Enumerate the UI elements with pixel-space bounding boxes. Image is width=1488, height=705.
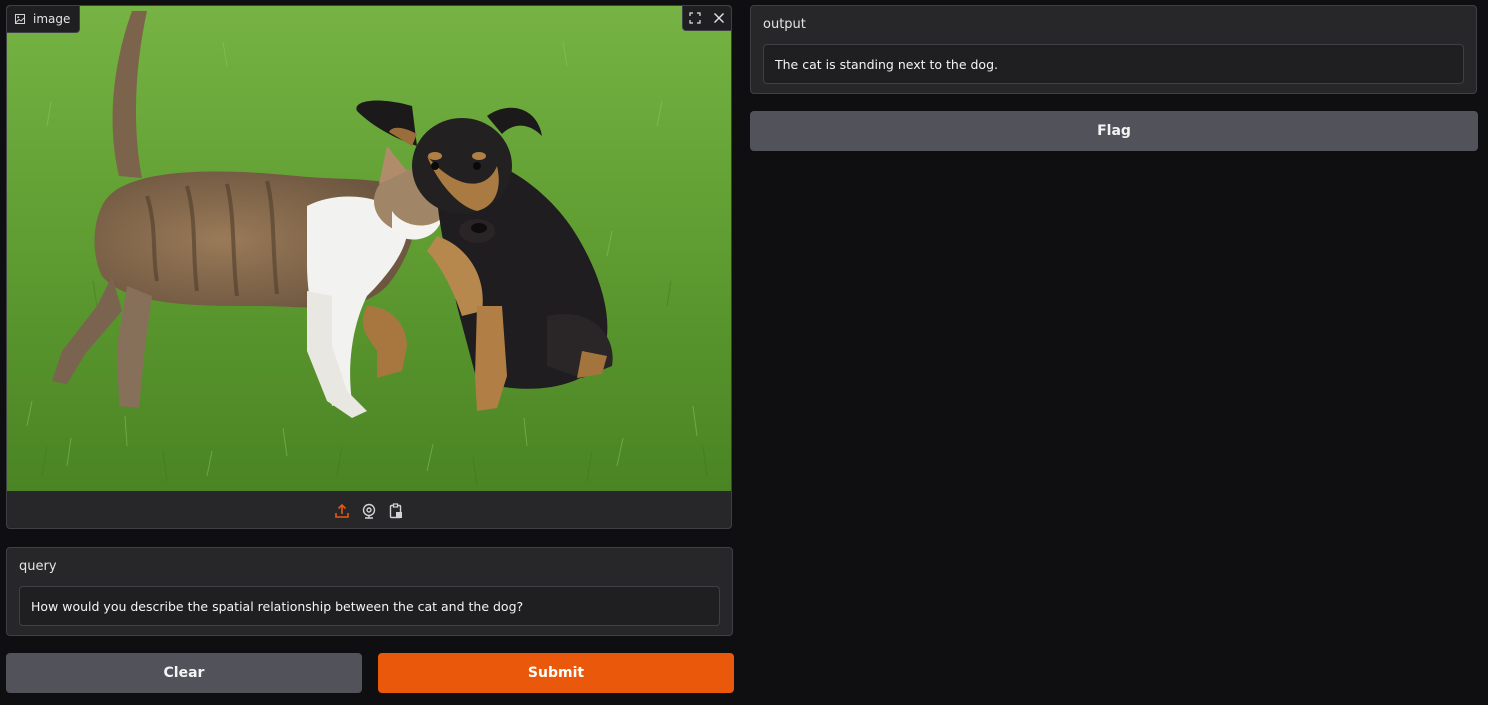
image-input-panel: image: [6, 5, 732, 529]
output-textbox[interactable]: The cat is standing next to the dog.: [763, 44, 1464, 84]
clear-button[interactable]: Clear: [6, 653, 362, 693]
image-label-text: image: [33, 12, 71, 26]
upload-source-button[interactable]: [334, 503, 350, 519]
close-icon: [714, 13, 724, 23]
output-label: output: [763, 17, 806, 32]
fullscreen-icon: [689, 12, 701, 24]
image-block-label: image: [7, 6, 81, 33]
uploaded-image: [7, 6, 731, 491]
image-source-toolbar: [7, 491, 731, 528]
query-label: query: [19, 559, 57, 574]
submit-button[interactable]: Submit: [378, 653, 734, 693]
clipboard-icon: [389, 502, 402, 518]
output-panel: output The cat is standing next to the d…: [750, 5, 1477, 94]
image-corner-toolbar: [682, 6, 731, 31]
query-input[interactable]: How would you describe the spatial relat…: [19, 586, 720, 626]
fullscreen-button[interactable]: [683, 6, 707, 30]
webcam-icon: [362, 503, 376, 519]
query-panel: query How would you describe the spatial…: [6, 547, 733, 636]
clipboard-source-button[interactable]: [388, 502, 404, 519]
webcam-source-button[interactable]: [361, 503, 377, 519]
clear-image-button[interactable]: [707, 6, 731, 30]
flag-button[interactable]: Flag: [750, 111, 1478, 151]
app-root: image query How would you describe the s…: [0, 0, 1488, 705]
upload-icon: [335, 503, 349, 518]
image-icon: [15, 14, 25, 24]
